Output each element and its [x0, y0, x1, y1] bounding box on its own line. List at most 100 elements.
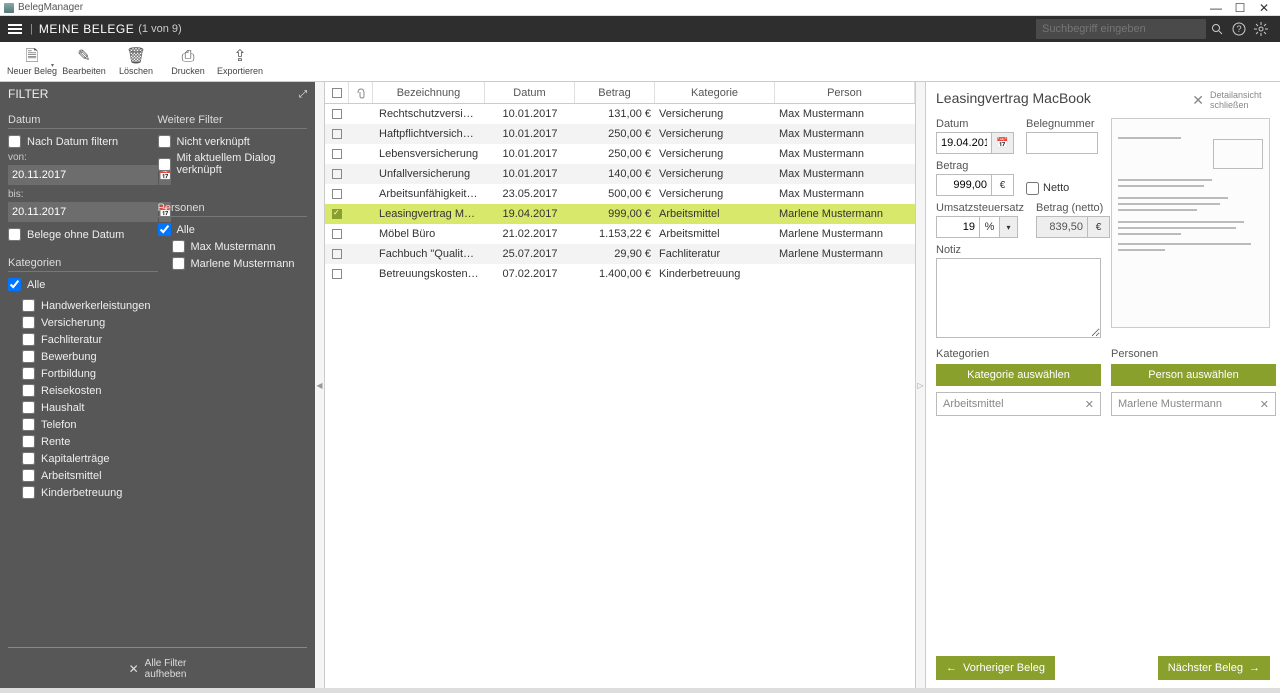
window-maximize-button[interactable]: ☐ — [1228, 1, 1252, 15]
category-checkbox[interactable]: Rente — [8, 433, 158, 450]
select-person-button[interactable]: Person auswählen — [1111, 364, 1276, 386]
calendar-icon[interactable]: 📅 — [992, 132, 1014, 154]
row-person: Marlene Mustermann — [775, 248, 915, 260]
close-icon[interactable]: ✕ — [1192, 92, 1204, 109]
app-icon — [4, 3, 14, 13]
row-checkbox[interactable] — [325, 169, 349, 179]
close-detail-button[interactable]: Detailansicht schließen — [1210, 90, 1270, 110]
close-icon[interactable]: ✕ — [425, 82, 432, 83]
table-row[interactable]: Unfallversicherung10.01.2017140,00 €Vers… — [325, 164, 915, 184]
help-icon[interactable]: ? — [1228, 19, 1250, 39]
category-checkbox[interactable]: Bewerbung — [8, 348, 158, 365]
row-checkbox[interactable] — [325, 189, 349, 199]
row-checkbox[interactable] — [325, 129, 349, 139]
window-close-button[interactable]: ✕ — [1252, 1, 1276, 15]
chevron-down-icon[interactable]: ▾ — [1000, 216, 1018, 238]
date-section: Datum — [8, 110, 158, 129]
currency-unit: € — [1088, 216, 1110, 238]
search-icon[interactable] — [1206, 19, 1228, 39]
netto-checkbox[interactable] — [1026, 182, 1039, 195]
row-checkbox[interactable] — [325, 149, 349, 159]
note-label: Notiz — [936, 244, 1101, 256]
netto-label: Netto — [1043, 182, 1069, 194]
search-input[interactable] — [1036, 19, 1206, 39]
table-row[interactable]: Fachbuch "Quality & Quantity - an endles… — [325, 244, 915, 264]
row-checkbox[interactable] — [325, 249, 349, 259]
detail-expand-handle[interactable]: ▷ — [915, 82, 925, 688]
header-amount[interactable]: Betrag — [575, 82, 655, 103]
prev-document-button[interactable]: ←Vorheriger Beleg — [936, 656, 1055, 680]
category-checkbox[interactable]: Arbeitsmittel — [8, 467, 158, 484]
person-checkbox[interactable]: Max Mustermann — [158, 238, 308, 255]
category-checkbox[interactable]: Telefon — [8, 416, 158, 433]
note-textarea[interactable] — [936, 258, 1101, 338]
person-checkbox[interactable]: Marlene Mustermann — [158, 255, 308, 272]
header-category[interactable]: Kategorie — [655, 82, 775, 103]
header-attachment-icon[interactable] — [349, 82, 373, 103]
header-checkbox[interactable] — [325, 82, 349, 103]
row-name: Rechtschutzversicherung — [373, 108, 485, 120]
chevron-down-icon[interactable]: ▾ — [51, 62, 54, 69]
header-date[interactable]: Datum — [485, 82, 575, 103]
row-amount: 999,00 € — [575, 208, 655, 220]
category-checkbox[interactable]: Kinderbetreuung — [8, 484, 158, 501]
no-date-checkbox[interactable]: Belege ohne Datum — [8, 226, 158, 243]
detail-date-input[interactable] — [936, 132, 992, 154]
detail-date-label: Datum — [936, 118, 1014, 130]
category-checkbox[interactable]: Fachliteratur — [8, 331, 158, 348]
next-document-button[interactable]: Nächster Beleg→ — [1158, 656, 1270, 680]
category-checkbox[interactable]: Haushalt — [8, 399, 158, 416]
new-button[interactable]: 🗎 ▾ Neuer Beleg — [6, 44, 58, 79]
row-person: Max Mustermann — [775, 168, 915, 180]
table-row[interactable]: Leasingvertrag MacBook19.04.2017999,00 €… — [325, 204, 915, 224]
delete-button[interactable]: 🗑 Löschen — [110, 44, 162, 79]
categories-section: Kategorien — [8, 253, 158, 272]
detail-docno-input[interactable] — [1026, 132, 1098, 154]
unlinked-checkbox[interactable]: Nicht verknüpft — [158, 133, 308, 150]
row-category: Versicherung — [655, 188, 775, 200]
persons-all-checkbox[interactable]: Alle — [158, 221, 308, 238]
export-button[interactable]: ⇪ Exportieren — [214, 44, 266, 79]
row-checkbox[interactable] — [325, 269, 349, 279]
header-person[interactable]: Person — [775, 82, 915, 103]
filter-by-date-checkbox[interactable]: Nach Datum filtern — [8, 133, 158, 150]
category-checkbox[interactable]: Versicherung — [8, 314, 158, 331]
trash-icon: 🗑 — [126, 48, 146, 66]
row-date: 19.04.2017 — [485, 208, 575, 220]
with-dialog-checkbox[interactable]: Mit aktuellem Dialog verknüpft — [158, 150, 308, 178]
category-checkbox[interactable]: Fortbildung — [8, 365, 158, 382]
print-button[interactable]: ⎙ Drucken — [162, 44, 214, 79]
category-checkbox[interactable]: Reisekosten — [8, 382, 158, 399]
categories-all-checkbox[interactable]: Alle — [8, 276, 158, 293]
document-preview[interactable] — [1111, 118, 1270, 328]
gear-icon[interactable] — [1250, 19, 1272, 39]
vat-input[interactable] — [936, 216, 980, 238]
header-name[interactable]: ✕Bezeichnung — [373, 82, 485, 103]
table-row[interactable]: Betreuungskostennachweis07.02.20171.400,… — [325, 264, 915, 284]
window-minimize-button[interactable]: — — [1204, 1, 1228, 15]
row-checkbox[interactable] — [325, 229, 349, 239]
person-tag: Marlene Mustermann ✕ — [1111, 392, 1276, 416]
clear-filters-button[interactable]: ✕ Alle Filter aufheben — [0, 658, 315, 680]
row-amount: 131,00 € — [575, 108, 655, 120]
sidebar-collapse-handle[interactable]: ◀ — [315, 82, 325, 688]
edit-button[interactable]: ✎ Bearbeiten — [58, 44, 110, 79]
table-row[interactable]: Möbel Büro21.02.20171.153,22 €Arbeitsmit… — [325, 224, 915, 244]
table-row[interactable]: Rechtschutzversicherung10.01.2017131,00 … — [325, 104, 915, 124]
remove-tag-icon[interactable]: ✕ — [1085, 398, 1094, 411]
to-date-input[interactable] — [8, 202, 158, 222]
select-category-button[interactable]: Kategorie auswählen — [936, 364, 1101, 386]
category-checkbox[interactable]: Kapitalerträge — [8, 450, 158, 467]
table-row[interactable]: Lebensversicherung10.01.2017250,00 €Vers… — [325, 144, 915, 164]
table-row[interactable]: Arbeitsunfähigkeitsversicherung23.05.201… — [325, 184, 915, 204]
row-checkbox[interactable] — [325, 209, 349, 219]
detail-amount-input[interactable] — [936, 174, 992, 196]
category-checkbox[interactable]: Handwerkerleistungen — [8, 297, 158, 314]
menu-icon[interactable] — [8, 22, 22, 36]
row-checkbox[interactable] — [325, 109, 349, 119]
collapse-icon[interactable]: ⤢ — [299, 89, 307, 100]
from-label: von: — [8, 152, 158, 163]
table-row[interactable]: Haftpflichtversicherung10.01.2017250,00 … — [325, 124, 915, 144]
from-date-input[interactable] — [8, 165, 158, 185]
remove-tag-icon[interactable]: ✕ — [1260, 398, 1269, 411]
